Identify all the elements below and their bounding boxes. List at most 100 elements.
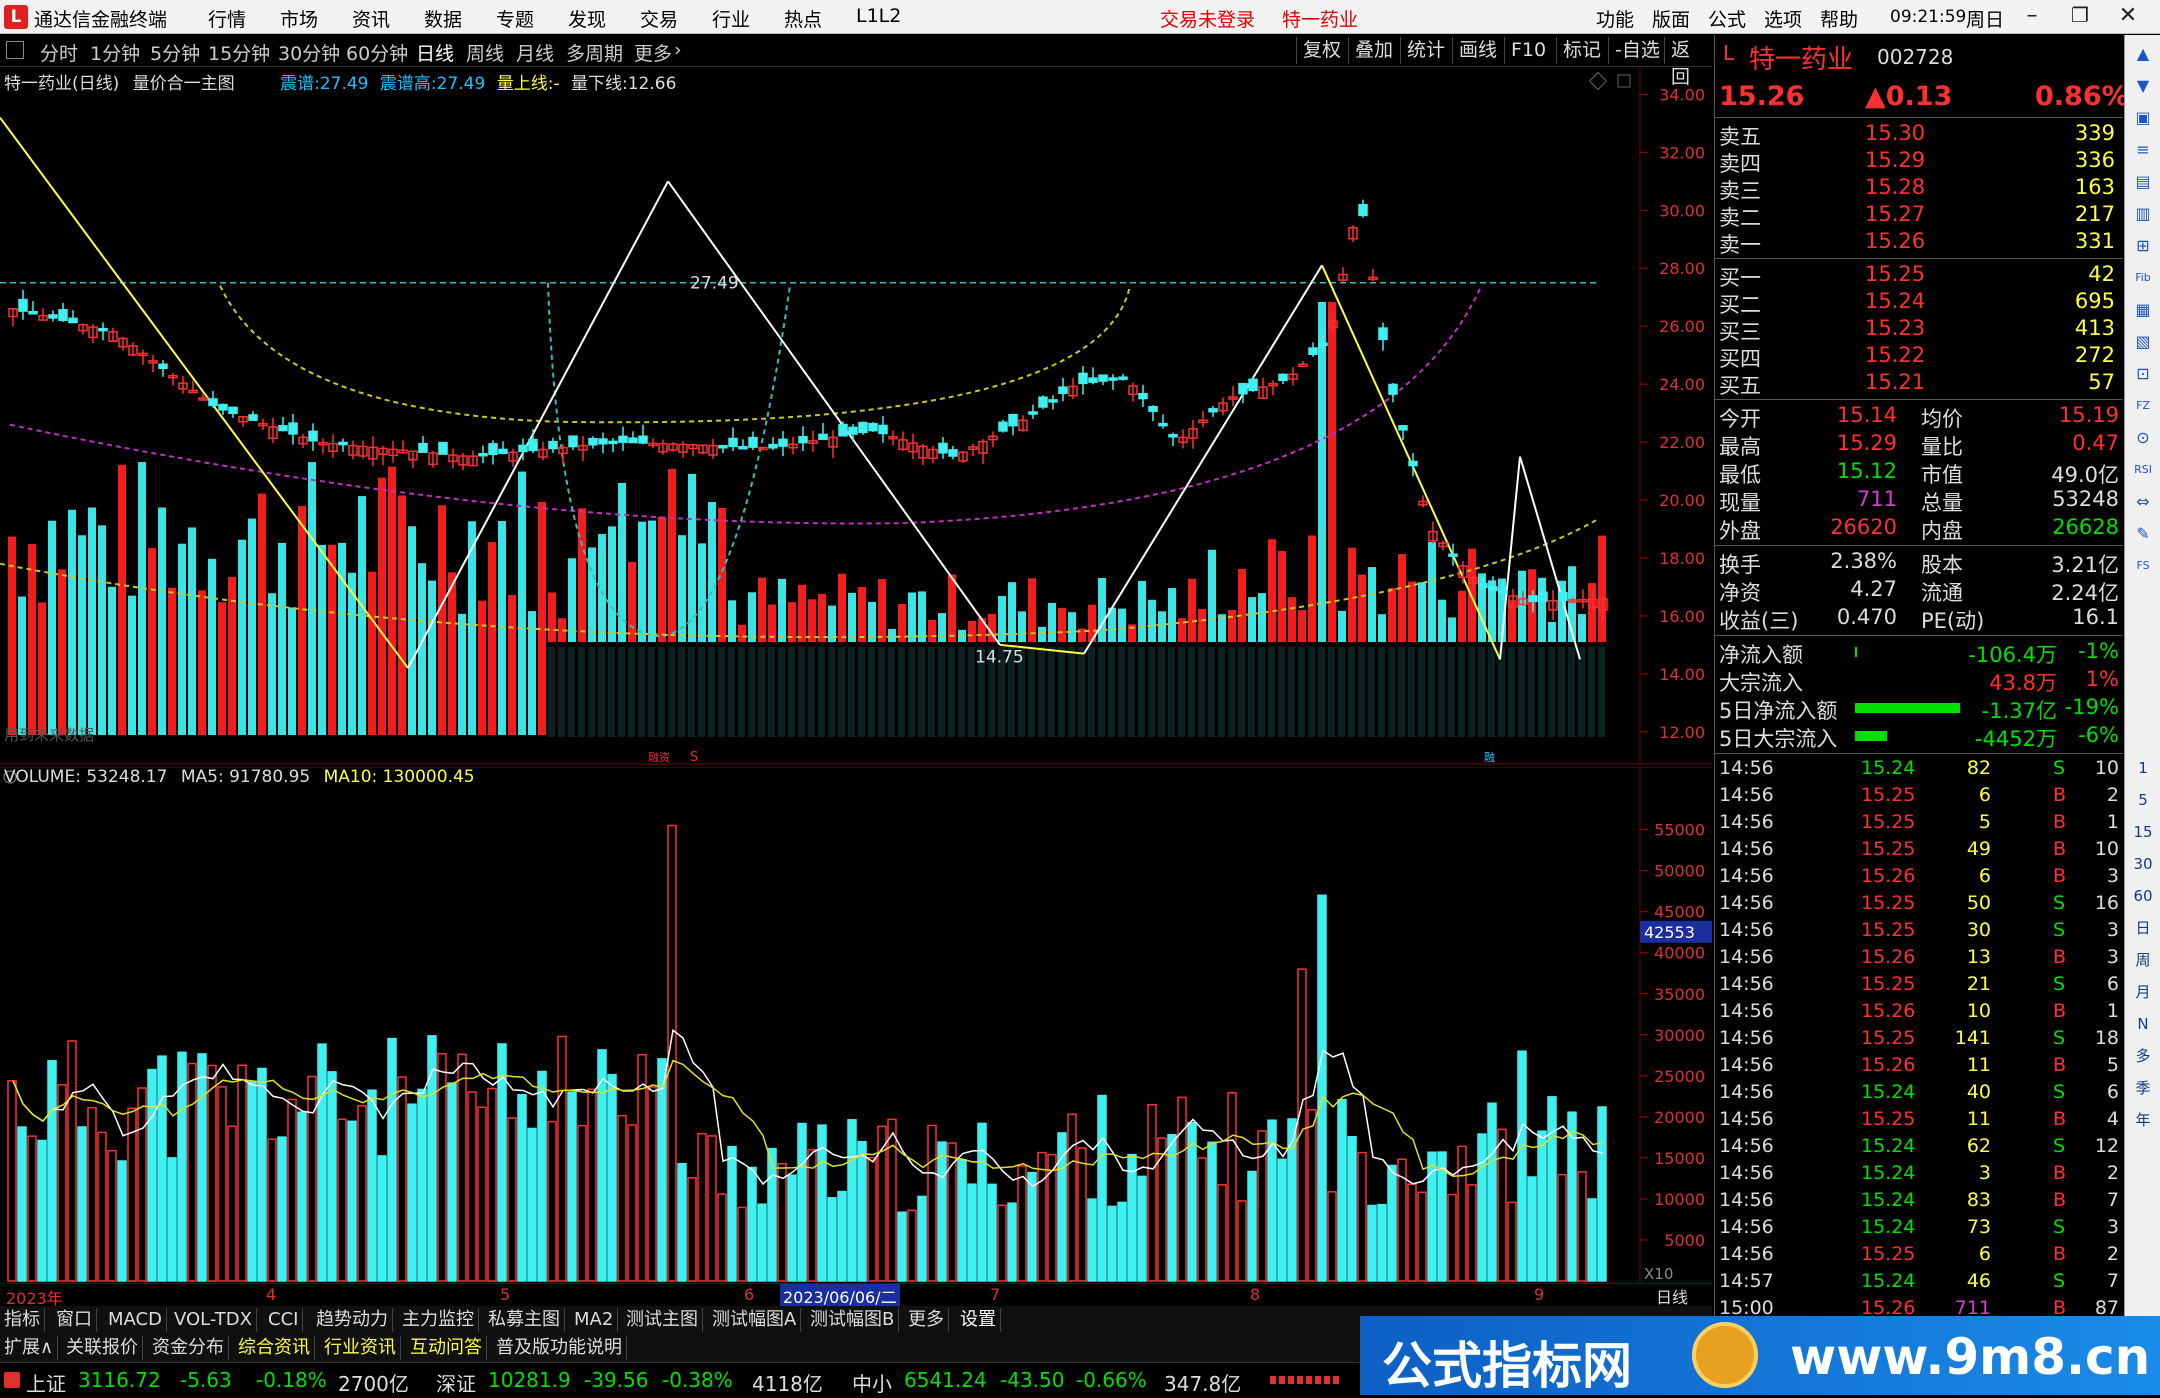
menu-zixun[interactable]: 资讯 — [352, 5, 390, 32]
period-15min[interactable]: 15分钟 — [208, 39, 270, 66]
side-tool-icon[interactable]: ▦ — [2130, 297, 2156, 323]
ask-row[interactable]: 卖二 15.27 217 — [1715, 202, 2123, 230]
period-daily[interactable]: 日线 — [416, 39, 454, 66]
side-tool-icon[interactable]: ⊞ — [2130, 233, 2156, 259]
menu-banmian[interactable]: 版面 — [1652, 5, 1690, 32]
tab-2[interactable]: MACD — [104, 1308, 167, 1332]
period-1min[interactable]: 1分钟 — [90, 39, 140, 66]
side-period-icon[interactable]: 月 — [2130, 979, 2156, 1005]
ask-row[interactable]: 卖三 15.28 163 — [1715, 175, 2123, 203]
period-more[interactable]: 更多 — [634, 39, 672, 66]
tab-9[interactable]: 测试主图 — [622, 1308, 703, 1332]
ext-tab-5[interactable]: 互动问答 — [406, 1336, 487, 1360]
side-period-icon[interactable]: 60 — [2130, 883, 2156, 909]
biaoji-button[interactable]: 标记 — [1556, 37, 1607, 64]
flow-row[interactable]: 净流入额 -106.4万 -1% — [1715, 639, 2123, 667]
period-5min[interactable]: 5分钟 — [150, 39, 200, 66]
menu-redian[interactable]: 热点 — [784, 5, 822, 32]
close-icon[interactable]: ✕ — [2112, 3, 2144, 31]
kline-svg[interactable]: 34.00 32.00 30.00 28.00 26.00 24.00 22.00 20.00… — [0, 67, 1712, 765]
period-30min[interactable]: 30分钟 — [278, 39, 340, 66]
bid-row[interactable]: 买三 15.23 413 — [1715, 316, 2123, 344]
menu-bangzhu[interactable]: 帮助 — [1820, 5, 1858, 32]
period-multi[interactable]: 多周期 — [566, 39, 623, 66]
ext-tab-6[interactable]: 普及版功能说明 — [492, 1336, 627, 1360]
tab-11[interactable]: 测试幅图B — [806, 1308, 900, 1332]
ext-tab-3[interactable]: 综合资讯 — [234, 1336, 315, 1360]
side-tool-icon[interactable]: ▼ — [2130, 73, 2156, 99]
ext-tab-0[interactable]: 扩展∧ — [0, 1336, 59, 1360]
side-tool-icon[interactable]: ⇔ — [2130, 489, 2156, 515]
fanhui-button[interactable]: 返回 — [1664, 37, 1712, 88]
side-tool-icon[interactable]: ▥ — [2130, 201, 2156, 227]
minimize-icon[interactable]: – — [2016, 3, 2048, 31]
flow-row[interactable]: 5日净流入额 -1.37亿 -19% — [1715, 695, 2123, 723]
f10-button[interactable]: F10 — [1504, 37, 1552, 64]
indicator-name[interactable]: 量价合一主图 — [133, 74, 235, 94]
volume-chart[interactable]: 55000 50000 45000 40000 35000 30000 25000 20000… — [0, 767, 1712, 1283]
period-60min[interactable]: 60分钟 — [346, 39, 408, 66]
bid-row[interactable]: 买四 15.22 272 — [1715, 343, 2123, 371]
side-period-icon[interactable]: 1 — [2130, 755, 2156, 781]
side-tool-icon[interactable]: ▧ — [2130, 329, 2156, 355]
index-name[interactable]: 上证 — [26, 1368, 66, 1397]
period-weekly[interactable]: 周线 — [466, 39, 504, 66]
side-tool-icon[interactable]: RSI — [2130, 457, 2156, 483]
period-fenshi[interactable]: 分时 — [40, 39, 78, 66]
side-period-icon[interactable]: 15 — [2130, 819, 2156, 845]
side-period-icon[interactable]: 周 — [2130, 947, 2156, 973]
side-tool-icon[interactable]: ⊙ — [2130, 425, 2156, 451]
menu-gongshi[interactable]: 公式 — [1708, 5, 1746, 32]
side-period-icon[interactable]: 日 — [2130, 915, 2156, 941]
ask-row[interactable]: 卖一 15.26 331 — [1715, 229, 2123, 257]
tongji-button[interactable]: 统计 — [1400, 37, 1451, 64]
side-tool-icon[interactable]: FS — [2130, 553, 2156, 579]
tab-10[interactable]: 测试幅图A — [708, 1308, 802, 1332]
menu-zhuanti[interactable]: 专题 — [496, 5, 534, 32]
index-name[interactable]: 中小 — [852, 1368, 892, 1397]
side-tool-icon[interactable]: ▤ — [2130, 169, 2156, 195]
tab-13[interactable]: 设置 — [956, 1308, 1001, 1332]
ask-row[interactable]: 卖五 15.30 339 — [1715, 121, 2123, 149]
menu-xuanxiang[interactable]: 选项 — [1764, 5, 1802, 32]
menu-faxian[interactable]: 发现 — [568, 5, 606, 32]
zixuan-button[interactable]: -自选 — [1608, 37, 1666, 64]
side-period-icon[interactable]: N — [2130, 1011, 2156, 1037]
menu-gongneng[interactable]: 功能 — [1596, 5, 1634, 32]
ext-tab-2[interactable]: 资金分布 — [148, 1336, 229, 1360]
side-tool-icon[interactable]: FZ — [2130, 393, 2156, 419]
period-monthly[interactable]: 月线 — [516, 39, 554, 66]
tab-7[interactable]: 私募主图 — [484, 1308, 565, 1332]
login-status[interactable]: 交易未登录 — [1160, 5, 1255, 32]
bid-row[interactable]: 买五 15.21 57 — [1715, 370, 2123, 398]
main-kline-chart[interactable]: 34.00 32.00 30.00 28.00 26.00 24.00 22.00 20.00… — [0, 67, 1712, 765]
collapse-icon[interactable] — [6, 41, 24, 59]
tab-5[interactable]: 趋势动力 — [312, 1308, 393, 1332]
flow-row[interactable]: 大宗流入 43.8万 1% — [1715, 667, 2123, 695]
side-tool-icon[interactable]: ▣ — [2130, 105, 2156, 131]
side-tool-icon[interactable]: ✎ — [2130, 521, 2156, 547]
tab-12[interactable]: 更多 — [904, 1308, 949, 1332]
menu-jiaoyi[interactable]: 交易 — [640, 5, 678, 32]
menu-shuju[interactable]: 数据 — [424, 5, 462, 32]
tab-0[interactable]: 指标 — [0, 1308, 45, 1332]
chevron-right-icon[interactable]: › — [674, 39, 682, 61]
side-period-icon[interactable]: 多 — [2130, 1043, 2156, 1069]
menu-hangye[interactable]: 行业 — [712, 5, 750, 32]
bid-row[interactable]: 买一 15.25 42 — [1715, 262, 2123, 290]
tab-3[interactable]: VOL-TDX — [170, 1308, 257, 1332]
fuquan-button[interactable]: 复权 — [1296, 37, 1347, 64]
ext-tab-1[interactable]: 关联报价 — [62, 1336, 143, 1360]
tab-4[interactable]: CCI — [264, 1308, 304, 1332]
side-period-icon[interactable]: 5 — [2130, 787, 2156, 813]
diejia-button[interactable]: 叠加 — [1348, 37, 1399, 64]
side-tool-icon[interactable]: ≡ — [2130, 137, 2156, 163]
tab-8[interactable]: MA2 — [570, 1308, 619, 1332]
ext-tab-4[interactable]: 行业资讯 — [320, 1336, 401, 1360]
side-period-icon[interactable]: 30 — [2130, 851, 2156, 877]
bid-row[interactable]: 买二 15.24 695 — [1715, 289, 2123, 317]
side-tool-icon[interactable]: Fib — [2130, 265, 2156, 291]
huaxian-button[interactable]: 画线 — [1452, 37, 1503, 64]
ask-row[interactable]: 卖四 15.29 336 — [1715, 148, 2123, 176]
tab-1[interactable]: 窗口 — [52, 1308, 97, 1332]
